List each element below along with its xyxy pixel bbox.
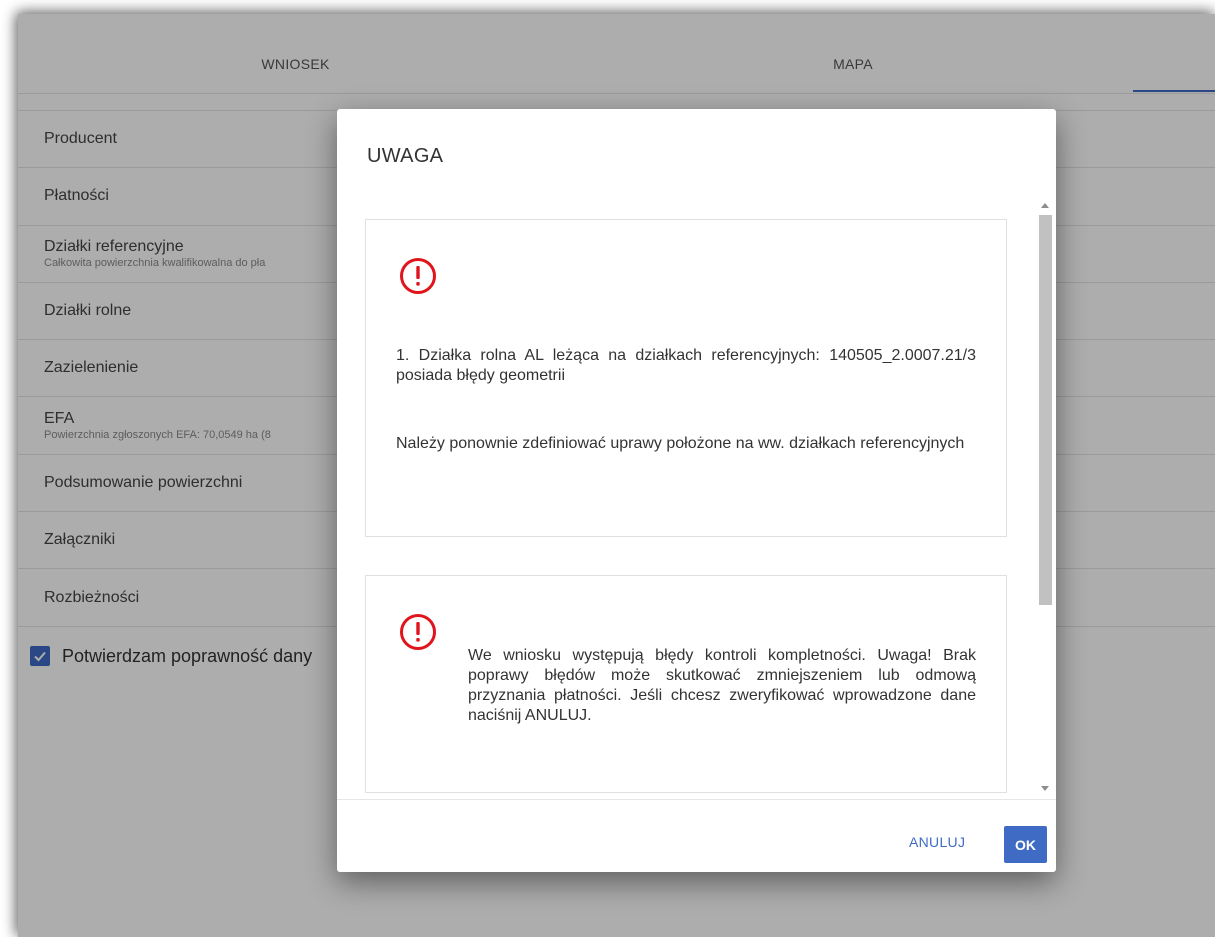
warning-dialog: UWAGA 1. Działka rolna AL leżąca na dzia… bbox=[337, 109, 1056, 872]
message-card: 1. Działka rolna AL leżąca na działkach … bbox=[365, 219, 1007, 537]
ok-button[interactable]: OK bbox=[1004, 826, 1047, 863]
message-text: We wniosku występują błędy kontroli komp… bbox=[468, 647, 976, 724]
exclamation-circle-icon bbox=[400, 258, 436, 294]
scrollbar-thumb[interactable] bbox=[1039, 215, 1052, 605]
dialog-scrollbar[interactable] bbox=[1038, 195, 1052, 799]
scroll-down-arrow-icon[interactable] bbox=[1041, 786, 1049, 791]
scroll-up-arrow-icon[interactable] bbox=[1041, 203, 1049, 208]
message-text: 1. Działka rolna AL leżąca na działkach … bbox=[396, 347, 976, 384]
message-text: Należy ponownie zdefiniować uprawy położ… bbox=[396, 435, 965, 452]
message-card: We wniosku występują błędy kontroli komp… bbox=[365, 575, 1007, 793]
dialog-title: UWAGA bbox=[367, 145, 444, 167]
dialog-actions: ANULUJ OK bbox=[337, 799, 1056, 872]
exclamation-circle-icon bbox=[400, 614, 436, 650]
cancel-button[interactable]: ANULUJ bbox=[899, 824, 975, 860]
dialog-content: 1. Działka rolna AL leżąca na działkach … bbox=[337, 195, 1056, 799]
